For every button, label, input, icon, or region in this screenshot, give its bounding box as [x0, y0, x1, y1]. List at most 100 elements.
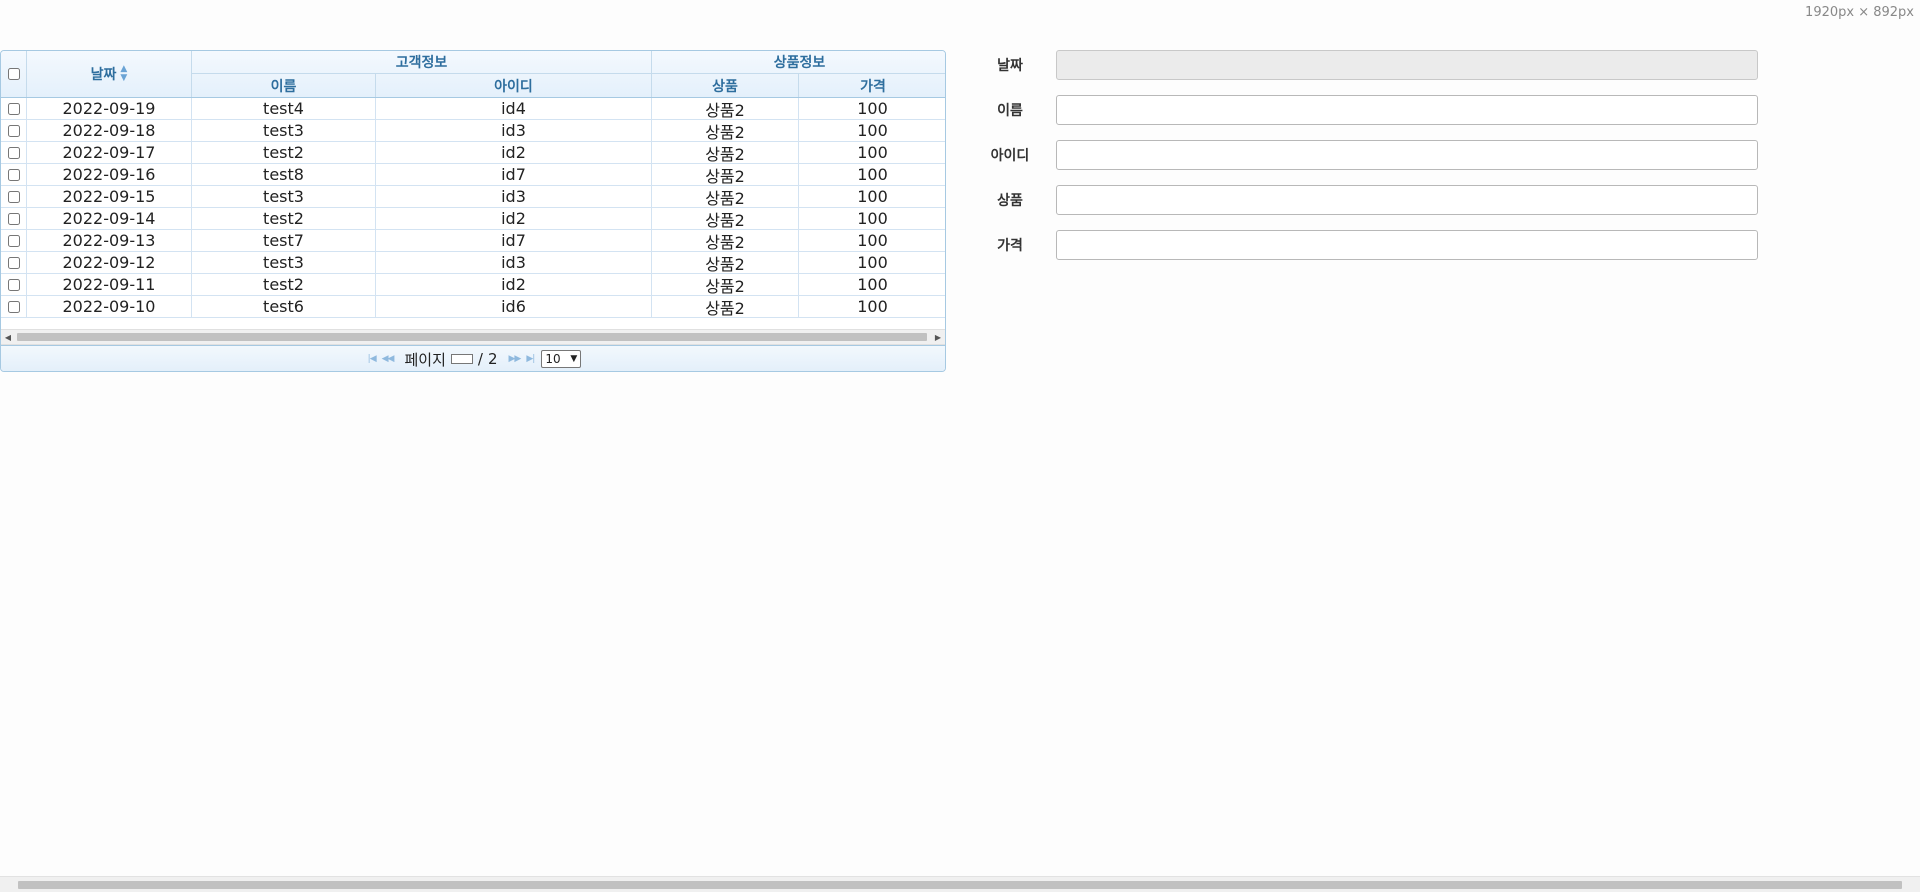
cell-name: test8 [192, 164, 376, 185]
cell-name: test2 [192, 274, 376, 295]
row-checkbox[interactable] [7, 234, 20, 247]
row-checkbox[interactable] [7, 190, 20, 203]
cell-name: test7 [192, 230, 376, 251]
cell-price: 100 [857, 99, 888, 118]
row-select-cell [1, 208, 27, 229]
pager-separator: / [477, 350, 483, 368]
row-checkbox[interactable] [7, 102, 20, 115]
table-row[interactable]: 2022-09-13 test7 id7 상품2 100 [1, 230, 945, 252]
cell-price: 100 [857, 121, 888, 140]
page-horizontal-scrollbar[interactable] [0, 876, 1920, 892]
table-row[interactable]: 2022-09-14 test2 id2 상품2 100 [1, 208, 945, 230]
cell-id: id3 [376, 120, 652, 141]
header-select-all-cell [1, 51, 27, 97]
form-row-product: 상품 [980, 185, 1760, 215]
cell-product: 상품2 [652, 208, 799, 230]
row-select-cell [1, 164, 27, 185]
cell-product: 상품2 [652, 274, 799, 296]
cell-date: 2022-09-17 [27, 142, 192, 163]
cell-name: test6 [192, 296, 376, 317]
row-select-cell [1, 252, 27, 273]
name-field[interactable] [1056, 95, 1758, 125]
header-id[interactable]: 아이디 [376, 74, 652, 97]
page-scrollbar-thumb[interactable] [18, 881, 1902, 889]
select-all-checkbox[interactable] [7, 68, 20, 80]
cell-date: 2022-09-12 [27, 252, 192, 273]
table-row[interactable]: 2022-09-18 test3 id3 상품2 100 [1, 120, 945, 142]
cell-date: 2022-09-11 [27, 274, 192, 295]
header-group-product: 상품정보 [652, 51, 945, 74]
cell-price: 100 [857, 253, 888, 272]
cell-product: 상품2 [652, 142, 799, 164]
row-checkbox[interactable] [7, 168, 20, 181]
cell-product: 상품2 [652, 98, 799, 120]
header-group-customer: 고객정보 [192, 51, 652, 74]
rows-per-page-select[interactable]: 10 ▼ [541, 350, 582, 368]
cell-name: test4 [192, 98, 376, 119]
row-checkbox[interactable] [7, 300, 20, 313]
cell-name: test3 [192, 120, 376, 141]
form-row-id: 아이디 [980, 140, 1760, 170]
row-select-cell [1, 120, 27, 141]
scroll-left-icon[interactable]: ◀ [1, 330, 15, 344]
row-checkbox[interactable] [7, 256, 20, 269]
sort-icon[interactable]: ▲ ▼ [120, 65, 127, 83]
table-row[interactable]: 2022-09-15 test3 id3 상품2 100 [1, 186, 945, 208]
table-row[interactable]: 2022-09-19 test4 id4 상품2 100 [1, 98, 945, 120]
row-select-cell [1, 142, 27, 163]
header-price[interactable]: 가격 [799, 74, 945, 97]
cell-product: 상품2 [652, 252, 799, 274]
row-checkbox[interactable] [7, 212, 20, 225]
form-row-date: 날짜 [980, 50, 1760, 80]
cell-price: 100 [857, 187, 888, 206]
cell-id: id3 [376, 252, 652, 273]
cell-product: 상품2 [652, 186, 799, 208]
grid-body: 2022-09-19 test4 id4 상품2 100 2022-09-18 … [1, 98, 945, 320]
row-select-cell [1, 186, 27, 207]
header-date[interactable]: 날짜 ▲ ▼ [27, 51, 192, 97]
prev-page-icon[interactable]: ◀◀ [382, 354, 395, 364]
first-page-icon[interactable]: |◀ [368, 354, 377, 364]
grid-header: 날짜 ▲ ▼ 고객정보 상품정보 이름 아이디 상품 가격 [1, 51, 945, 98]
row-checkbox[interactable] [7, 278, 20, 291]
table-row[interactable]: 2022-09-16 test8 id7 상품2 100 [1, 164, 945, 186]
cell-price: 100 [857, 297, 888, 316]
table-row[interactable]: 2022-09-10 test6 id6 상품2 100 [1, 296, 945, 318]
product-field[interactable] [1056, 185, 1758, 215]
grid-horizontal-scrollbar[interactable]: ◀ ▶ [1, 329, 945, 345]
cell-product: 상품2 [652, 296, 799, 318]
form-row-name: 이름 [980, 95, 1760, 125]
scroll-right-icon[interactable]: ▶ [931, 330, 945, 344]
row-select-cell [1, 296, 27, 317]
row-select-cell [1, 230, 27, 251]
name-label: 이름 [997, 103, 1023, 119]
row-checkbox[interactable] [7, 146, 20, 159]
table-row[interactable]: 2022-09-11 test2 id2 상품2 100 [1, 274, 945, 296]
id-field[interactable] [1056, 140, 1758, 170]
rows-per-page-value: 10 [545, 352, 561, 366]
form-row-price: 가격 [980, 230, 1760, 260]
row-checkbox[interactable] [7, 124, 20, 137]
last-page-icon[interactable]: ▶| [526, 354, 535, 364]
row-select-cell [1, 274, 27, 295]
cell-id: id7 [376, 230, 652, 251]
id-label: 아이디 [990, 148, 1030, 164]
cell-name: test3 [192, 252, 376, 273]
data-grid: 날짜 ▲ ▼ 고객정보 상품정보 이름 아이디 상품 가격 2022-09-19 … [0, 50, 946, 372]
date-label: 날짜 [997, 58, 1023, 74]
header-name[interactable]: 이름 [192, 74, 376, 97]
header-date-label: 날짜 [90, 67, 117, 83]
table-row[interactable]: 2022-09-12 test3 id3 상품2 100 [1, 252, 945, 274]
pager-total-pages: 2 [487, 350, 498, 368]
cell-product: 상품2 [652, 164, 799, 186]
price-field[interactable] [1056, 230, 1758, 260]
grid-scrollbar-thumb[interactable] [17, 333, 927, 341]
pager-page-label: 페이지 [404, 350, 446, 369]
page: 1920px × 892px 날짜 ▲ ▼ 고객정보 상품정보 이름 아이디 상품… [0, 0, 1920, 892]
cell-price: 100 [857, 275, 888, 294]
next-page-icon[interactable]: ▶▶ [509, 354, 522, 364]
table-row[interactable]: 2022-09-17 test2 id2 상품2 100 [1, 142, 945, 164]
pager-page-input[interactable] [450, 354, 473, 364]
cell-product: 상품2 [652, 230, 799, 252]
header-product[interactable]: 상품 [652, 74, 799, 97]
